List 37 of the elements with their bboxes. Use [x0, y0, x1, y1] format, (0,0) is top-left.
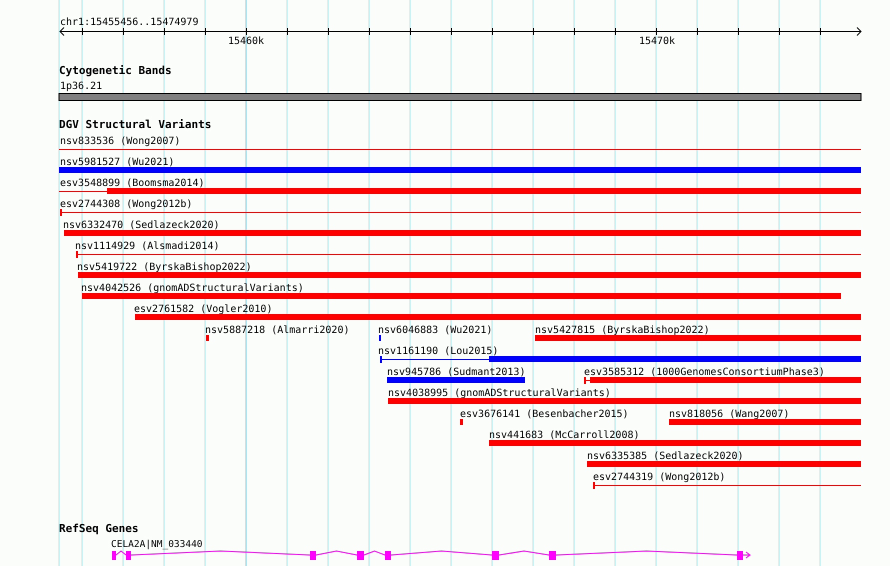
variant-label: nsv1114929 (Alsmadi2014): [75, 241, 220, 252]
variant-label: nsv818056 (Wang2007): [669, 409, 790, 420]
variant-label: nsv6335385 (Sedlazeck2020): [587, 451, 744, 462]
variant-label: nsv945786 (Sudmant2013): [387, 367, 526, 378]
ruler-tick-label: 15470k: [638, 36, 676, 47]
variant-label: nsv6046883 (Wu2021): [378, 325, 492, 336]
variant-feature[interactable]: [76, 251, 861, 258]
variant-label: esv2761582 (Vogler2010): [134, 304, 272, 315]
variant-feature[interactable]: [59, 188, 861, 194]
variant-label: nsv4038995 (gnomADStructuralVariants): [388, 388, 611, 399]
variant-label: esv3676141 (Besenbacher2015): [460, 409, 629, 420]
variant-feature[interactable]: [60, 209, 861, 216]
variant-label: nsv5887218 (Almarri2020): [205, 325, 350, 336]
variant-label: nsv5427815 (ByrskaBishop2022): [535, 325, 710, 336]
gene-model[interactable]: [112, 550, 751, 560]
variant-label: esv2744319 (Wong2012b): [593, 472, 726, 483]
variant-label: nsv6332470 (Sedlazeck2020): [63, 220, 220, 231]
variant-feature[interactable]: [584, 377, 861, 384]
variant-label: nsv5419722 (ByrskaBishop2022): [77, 262, 252, 273]
track-title: Cytogenetic Bands: [59, 64, 172, 77]
ruler-tick-label: 15460k: [228, 36, 264, 47]
variant-label: nsv4042526 (gnomADStructuralVariants): [81, 283, 304, 294]
band-label: 1p36.21: [60, 81, 102, 92]
variant-label: esv3585312 (1000GenomesConsortiumPhase3): [584, 367, 825, 378]
track-title: RefSeq Genes: [59, 522, 138, 535]
variant-label: nsv441683 (McCarroll2008): [489, 430, 640, 441]
variant-label: nsv5981527 (Wu2021): [60, 157, 174, 168]
variant-label: esv2744308 (Wong2012b): [60, 199, 192, 210]
variant-feature[interactable]: [593, 482, 861, 489]
location-label: chr1:15455456..15474979: [60, 17, 198, 28]
variant-feature[interactable]: [380, 356, 861, 363]
variant-label: nsv833536 (Wong2007): [60, 136, 180, 147]
cytoband-bar[interactable]: [58, 93, 862, 101]
variant-label: nsv1161190 (Lou2015): [378, 346, 498, 357]
gene-label: CELA2A|NM_033440: [111, 539, 203, 550]
variant-label: esv3548899 (Boomsma2014): [60, 178, 204, 189]
track-title: DGV Structural Variants: [59, 118, 212, 131]
